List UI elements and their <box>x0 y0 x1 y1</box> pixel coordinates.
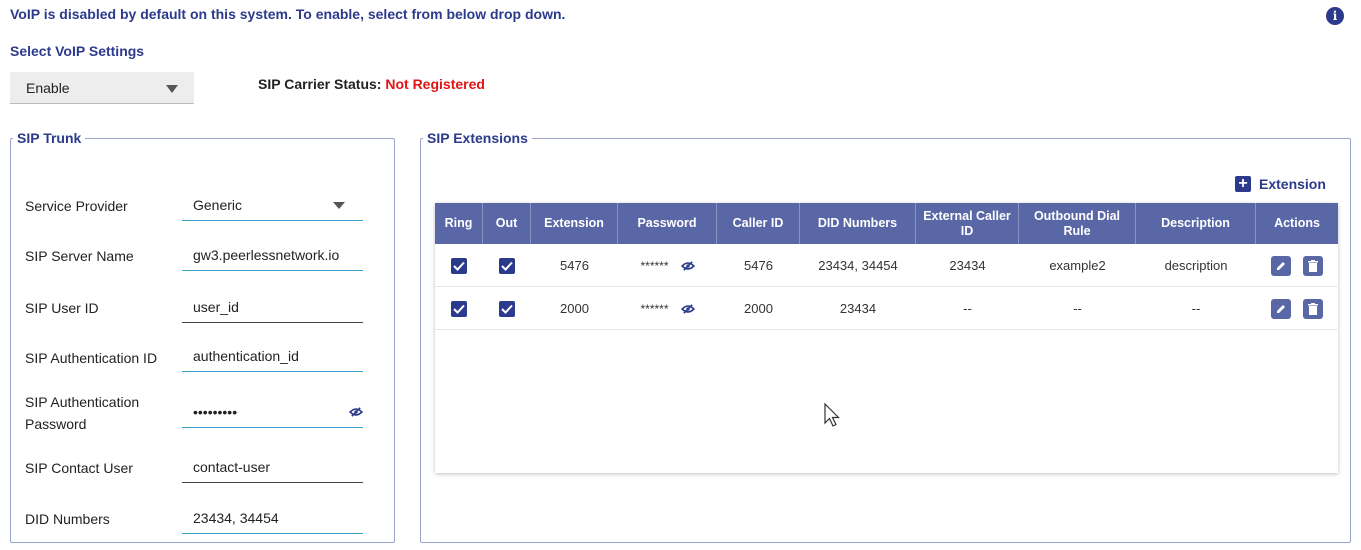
sip-authentication-id-label: SIP Authentication ID <box>25 350 158 366</box>
actions-cell <box>1256 287 1338 330</box>
eye-off-icon[interactable] <box>680 260 695 271</box>
sip-trunk-legend: SIP Trunk <box>17 130 82 146</box>
sip-server-name-label: SIP Server Name <box>25 248 134 264</box>
did-numbers-cell: 23434, 34454 <box>818 258 898 273</box>
extension-cell: 2000 <box>560 301 589 316</box>
sip-trunk-panel: SIP Trunk Service Provider Generic SIP S… <box>10 130 395 543</box>
dropdown-arrow-icon <box>333 202 345 209</box>
mouse-cursor-icon <box>824 403 840 427</box>
add-extension-label: Extension <box>1259 176 1326 192</box>
ring-cell <box>435 287 483 330</box>
external-caller-id-cell: 23434 <box>949 258 986 273</box>
header-external-caller-id[interactable]: External Caller ID <box>916 203 1019 244</box>
sip-carrier-status: SIP Carrier Status: Not Registered <box>258 76 485 92</box>
check-icon <box>453 304 465 314</box>
sip-contact-user-label: SIP Contact User <box>25 460 133 476</box>
header-password[interactable]: Password <box>618 203 717 244</box>
ring-cell <box>435 244 483 287</box>
out-checkbox[interactable] <box>499 257 515 274</box>
service-provider-value: Generic <box>193 196 243 213</box>
dropdown-arrow-icon <box>166 85 178 93</box>
caller-id-cell: 5476 <box>744 258 773 273</box>
edit-button[interactable] <box>1271 255 1291 276</box>
actions-cell <box>1256 244 1338 287</box>
description-cell: description <box>1164 258 1228 273</box>
sip-carrier-status-label: SIP Carrier Status: <box>258 76 382 92</box>
plus-icon: + <box>1235 176 1251 192</box>
table-row: 2000 ****** 2000 23434 -- -- -- <box>435 287 1338 330</box>
sip-extensions-panel: SIP Extensions + Extension Ring Out Exte… <box>420 130 1351 543</box>
check-icon <box>501 304 513 314</box>
sip-authentication-password-label: SIP Authentication Password <box>25 394 140 432</box>
check-icon <box>453 261 465 271</box>
outbound-dial-rule-cell: -- <box>1073 301 1082 316</box>
trash-icon <box>1308 302 1318 315</box>
pencil-icon <box>1277 304 1285 313</box>
did-numbers-cell: 23434 <box>839 301 877 316</box>
sip-authentication-password-value: ••••••••• <box>193 403 238 420</box>
voip-settings-select[interactable]: Enable <box>10 72 194 104</box>
pencil-icon <box>1277 261 1285 270</box>
out-checkbox[interactable] <box>499 300 515 317</box>
extensions-table: Ring Out Extension Password Caller ID DI… <box>435 203 1338 473</box>
trash-icon <box>1308 259 1318 272</box>
caller-id-cell: 2000 <box>744 301 773 316</box>
sip-authentication-id-input[interactable]: authentication_id <box>182 340 363 372</box>
service-provider-select[interactable]: Generic <box>182 189 363 221</box>
check-icon <box>501 261 513 271</box>
sip-contact-user-input[interactable]: contact-user <box>182 451 363 483</box>
sip-authentication-password-input[interactable]: ••••••••• <box>182 396 363 428</box>
did-numbers-input[interactable]: 23434, 34454 <box>182 502 363 534</box>
header-description[interactable]: Description <box>1136 203 1256 244</box>
header-actions: Actions <box>1274 216 1320 230</box>
extension-cell: 5476 <box>560 258 589 273</box>
ring-checkbox[interactable] <box>451 257 467 274</box>
header-outbound-dial-rule[interactable]: Outbound Dial Rule <box>1019 203 1136 244</box>
edit-button[interactable] <box>1271 298 1291 319</box>
header-ring[interactable]: Ring <box>435 203 483 244</box>
password-cell: ****** <box>618 287 717 330</box>
password-value: ****** <box>640 258 669 273</box>
service-provider-label: Service Provider <box>25 198 128 214</box>
voip-settings-value: Enable <box>26 79 70 96</box>
header-extension[interactable]: Extension <box>531 203 618 244</box>
info-icon[interactable]: i <box>1326 7 1344 25</box>
table-header: Ring Out Extension Password Caller ID DI… <box>435 203 1338 244</box>
external-caller-id-cell: -- <box>963 301 972 316</box>
delete-button[interactable] <box>1303 255 1323 276</box>
sip-user-id-input[interactable]: user_id <box>182 291 363 323</box>
out-cell <box>483 287 531 330</box>
eye-off-icon[interactable] <box>680 303 695 314</box>
sip-carrier-status-value: Not Registered <box>385 76 485 92</box>
out-cell <box>483 244 531 287</box>
description-cell: -- <box>1191 301 1201 316</box>
sip-user-id-label: SIP User ID <box>25 300 99 316</box>
header-caller-id[interactable]: Caller ID <box>717 203 800 244</box>
password-cell: ****** <box>618 244 717 287</box>
voip-disabled-notice: VoIP is disabled by default on this syst… <box>10 6 566 22</box>
header-did-numbers[interactable]: DID Numbers <box>800 203 916 244</box>
table-row: 5476 ****** 5476 23434, 34454 23434 exam… <box>435 244 1338 287</box>
ring-checkbox[interactable] <box>451 300 467 317</box>
eye-off-icon[interactable] <box>349 407 363 417</box>
outbound-dial-rule-cell: example2 <box>1049 258 1106 273</box>
select-voip-settings-title: Select VoIP Settings <box>10 43 145 59</box>
header-out[interactable]: Out <box>483 203 531 244</box>
delete-button[interactable] <box>1303 298 1323 319</box>
sip-extensions-legend: SIP Extensions <box>427 130 528 146</box>
sip-server-name-input[interactable]: gw3.peerlessnetwork.io <box>182 239 363 271</box>
password-value: ****** <box>640 301 669 316</box>
add-extension-button[interactable]: + Extension <box>1235 176 1326 192</box>
did-numbers-label: DID Numbers <box>25 511 110 527</box>
